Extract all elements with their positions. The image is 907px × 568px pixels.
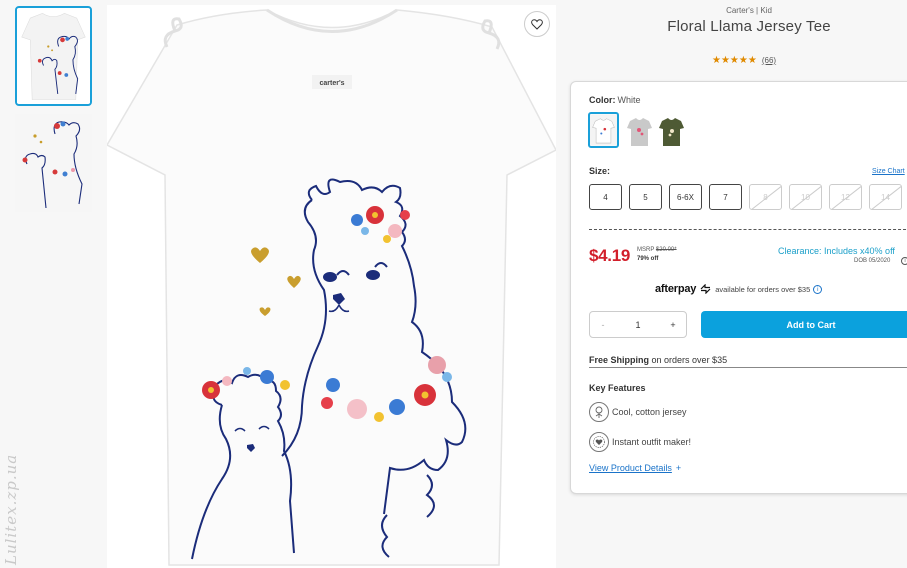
price-divider — [589, 229, 907, 230]
details-link-text: View Product Details — [589, 463, 672, 473]
size-option-14-unavailable: 14 — [869, 184, 902, 210]
swatch-white[interactable] — [588, 112, 619, 148]
afterpay-banner[interactable]: afterpay available for orders over $35 i — [655, 283, 823, 295]
size-label-text: Size: — [589, 166, 611, 176]
size-option-7[interactable]: 7 — [709, 184, 742, 210]
afterpay-arrows-icon — [700, 284, 711, 294]
feature-item: Instant outfit maker! — [589, 432, 691, 452]
plus-icon: + — [675, 463, 682, 473]
outfit-icon — [589, 432, 609, 452]
svg-text:carter's: carter's — [319, 80, 344, 87]
tee-illustration: carter's — [107, 8, 556, 566]
review-count-link[interactable]: (66) — [762, 56, 776, 65]
afterpay-logo: afterpay — [655, 283, 697, 295]
afterpay-text: available for orders over $35 — [715, 284, 811, 294]
feature-text: Instant outfit maker! — [612, 437, 692, 447]
swatch-gray[interactable] — [624, 114, 655, 148]
color-label: Color: White — [589, 95, 641, 105]
color-label-text: Color: — [589, 95, 616, 105]
shipping-divider — [589, 367, 907, 368]
msrp-value: $20.00* — [655, 247, 677, 253]
key-features-title: Key Features — [589, 383, 646, 393]
purchase-panel: Color: White Size: Size Chart 4 5 6-6X 7 … — [570, 81, 907, 494]
thumbnail-front-image — [17, 8, 90, 104]
swatch-white-image — [590, 114, 617, 146]
feature-text: Cool, cotton jersey — [612, 407, 687, 417]
msrp-label: MSRP — [637, 247, 655, 253]
favorite-button[interactable] — [524, 11, 550, 37]
size-option-4[interactable]: 4 — [589, 184, 622, 210]
shipping-bold: Free Shipping — [589, 355, 650, 365]
swatch-olive-image — [656, 114, 687, 148]
brand-line: Carter's | Kid — [726, 6, 772, 15]
clearance-text: Clearance: Includes x40% off — [778, 246, 895, 256]
thumbnail-closeup[interactable] — [15, 114, 92, 212]
shipping-info: Free Shipping on orders over $35 — [589, 355, 727, 365]
view-product-details-link[interactable]: View Product Details + — [589, 463, 681, 473]
size-chart-link[interactable]: Size Chart — [872, 168, 905, 175]
shipping-rest: on orders over $35 — [651, 355, 728, 365]
rating[interactable]: ★★★★★ (66) — [712, 55, 776, 66]
product-page: Lulitex.zp.ua carter's Carter's | Kid Fl… — [0, 0, 907, 568]
quantity-value[interactable]: 1 — [635, 320, 640, 330]
quantity-stepper: - 1 + — [589, 311, 687, 338]
quantity-increase-button[interactable]: + — [667, 320, 679, 330]
sale-price: $4.19 — [589, 246, 631, 265]
size-option-12-unavailable: 12 — [829, 184, 862, 210]
msrp: MSRP $20.00* — [637, 247, 677, 253]
size-option-5[interactable]: 5 — [629, 184, 662, 210]
size-option-10-unavailable: 10 — [789, 184, 822, 210]
size-option-6-6x[interactable]: 6-6X — [669, 184, 702, 210]
heart-icon — [531, 18, 543, 30]
product-title: Floral Llama Jersey Tee — [667, 18, 831, 35]
thumbnail-closeup-image — [15, 114, 92, 212]
watermark-text: Lulitex.zp.ua — [2, 453, 20, 565]
thumbnail-front[interactable] — [15, 6, 92, 106]
dob-text: DOB 05/2020 — [854, 258, 891, 264]
size-label: Size: — [589, 166, 610, 176]
cotton-icon — [589, 402, 609, 422]
feature-item: Cool, cotton jersey — [589, 402, 687, 422]
color-selected-value: White — [617, 95, 641, 105]
main-product-image[interactable]: carter's — [107, 5, 556, 568]
swatch-olive[interactable] — [656, 114, 687, 148]
quantity-decrease-button[interactable]: - — [597, 320, 609, 330]
swatch-gray-image — [624, 114, 655, 148]
percent-off: 79% off — [637, 256, 659, 262]
add-to-cart-button[interactable]: Add to Cart — [701, 311, 907, 338]
star-rating-icon: ★★★★★ — [712, 55, 757, 66]
afterpay-info-icon[interactable]: i — [813, 284, 823, 294]
info-icon[interactable]: i — [901, 257, 907, 265]
size-option-8-unavailable: 8 — [749, 184, 782, 210]
